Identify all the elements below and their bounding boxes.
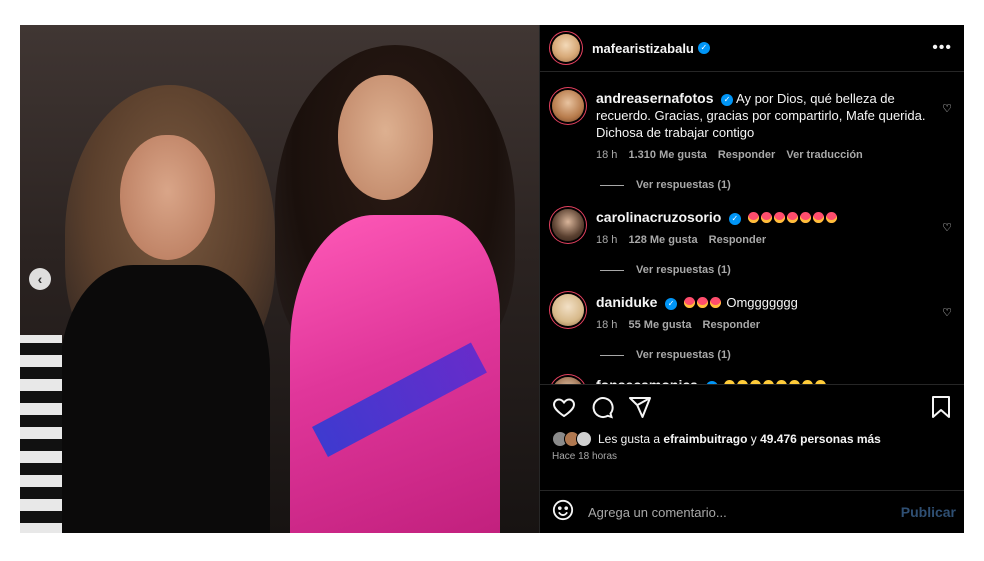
comment: daniduke ✓ Omggggggg 18 h 55 Me gusta Re… xyxy=(552,294,952,331)
emoji-smiley-icon[interactable] xyxy=(552,499,574,526)
comment-text-block: daniduke ✓ Omggggggg xyxy=(596,294,936,311)
comment: fonsecamonica ✓ xyxy=(552,377,952,384)
author-username[interactable]: mafearistizabalu xyxy=(592,41,694,56)
comment-body: carolinacruzosorio ✓ 18 h 128 Me gusta R… xyxy=(596,209,936,246)
share-send-icon[interactable] xyxy=(628,395,652,424)
likes-prefix: Les gusta a xyxy=(598,432,661,446)
save-bookmark-icon[interactable] xyxy=(930,395,952,424)
post-time: Hace 18 horas xyxy=(552,451,618,462)
comment-username[interactable]: fonsecamonica xyxy=(596,377,698,384)
heart-eyes-emoji-icon xyxy=(683,295,723,310)
view-replies-button[interactable]: Ver respuestas (1) xyxy=(600,349,952,361)
verified-badge-icon: ✓ xyxy=(705,380,718,384)
likes-text: Les gusta a efraimbuitrago y 49.476 pers… xyxy=(598,432,881,446)
commenter-avatar[interactable] xyxy=(552,377,584,384)
comment-username[interactable]: andreasernafotos xyxy=(596,90,713,106)
verified-badge-icon: ✓ xyxy=(665,297,678,310)
comment-text-block: fonsecamonica ✓ xyxy=(596,377,936,384)
previous-image-button[interactable]: ‹ xyxy=(29,268,51,290)
like-heart-icon[interactable] xyxy=(552,395,576,424)
comment-likes[interactable]: 55 Me gusta xyxy=(628,319,691,331)
publish-button[interactable]: Publicar xyxy=(901,504,956,520)
comment-time: 18 h xyxy=(596,319,618,331)
action-icons-row xyxy=(552,393,952,425)
comment-username[interactable]: daniduke xyxy=(596,294,657,310)
like-comment-heart-icon[interactable]: ♡ xyxy=(942,306,952,319)
photo-detail xyxy=(60,265,270,533)
comment-meta: 18 h 1.310 Me gusta Responder Ver traduc… xyxy=(596,149,936,161)
heart-eyes-emoji-icon xyxy=(747,210,839,225)
comment-likes[interactable]: 1.310 Me gusta xyxy=(628,149,706,161)
add-comment-bar: Publicar xyxy=(540,490,964,533)
post-photo[interactable]: ‹ xyxy=(20,25,539,533)
comments-list[interactable]: andreasernafotos ✓ Ay por Dios, qué bell… xyxy=(540,72,964,384)
reply-button[interactable]: Responder xyxy=(718,149,775,161)
comment-time: 18 h xyxy=(596,234,618,246)
likes-summary: Les gusta a efraimbuitrago y 49.476 pers… xyxy=(552,431,952,447)
comment-text-block: andreasernafotos ✓ Ay por Dios, qué bell… xyxy=(596,90,936,141)
like-comment-heart-icon[interactable]: ♡ xyxy=(942,102,952,115)
reply-button[interactable]: Responder xyxy=(703,319,760,331)
comment: carolinacruzosorio ✓ 18 h 128 Me gusta R… xyxy=(552,209,952,246)
verified-badge-icon: ✓ xyxy=(728,212,741,225)
photo-detail xyxy=(338,75,433,200)
commenter-avatar[interactable] xyxy=(552,90,584,122)
like-comment-heart-icon[interactable]: ♡ xyxy=(942,221,952,234)
view-replies-button[interactable]: Ver respuestas (1) xyxy=(600,264,952,276)
author-avatar[interactable] xyxy=(552,34,580,62)
comment-input[interactable] xyxy=(586,503,901,521)
more-options-button[interactable]: ••• xyxy=(932,39,952,57)
comment-username[interactable]: carolinacruzosorio xyxy=(596,209,721,225)
commenter-avatar[interactable] xyxy=(552,209,584,241)
comment-text: Omggggggg xyxy=(726,295,798,310)
likes-connector: y xyxy=(750,432,757,446)
comment-bubble-icon[interactable] xyxy=(590,395,614,424)
photo-detail xyxy=(120,135,215,260)
comment-body: fonsecamonica ✓ xyxy=(596,377,936,384)
comment-body: daniduke ✓ Omggggggg 18 h 55 Me gusta Re… xyxy=(596,294,936,331)
photo-detail xyxy=(20,335,62,533)
instagram-post-modal: ‹ mafearistizabalu ✓ ••• andreasernafoto… xyxy=(20,25,964,533)
commenter-avatar[interactable] xyxy=(552,294,584,326)
comment-meta: 18 h 128 Me gusta Responder xyxy=(596,234,936,246)
chevron-left-icon: ‹ xyxy=(37,271,43,287)
comment-likes[interactable]: 128 Me gusta xyxy=(628,234,697,246)
clapping-emoji-icon xyxy=(724,378,828,384)
likes-count-link[interactable]: 49.476 personas más xyxy=(760,432,881,446)
liker-avatars xyxy=(552,431,592,447)
reply-button[interactable]: Responder xyxy=(709,234,766,246)
translate-button[interactable]: Ver traducción xyxy=(786,149,862,161)
post-sidebar: mafearistizabalu ✓ ••• andreasernafotos … xyxy=(539,25,964,533)
comment-meta: 18 h 55 Me gusta Responder xyxy=(596,319,936,331)
comment-body: andreasernafotos ✓ Ay por Dios, qué bell… xyxy=(596,90,936,161)
post-actions: Les gusta a efraimbuitrago y 49.476 pers… xyxy=(540,384,964,490)
post-header: mafearistizabalu ✓ ••• xyxy=(540,25,964,72)
view-replies-button[interactable]: Ver respuestas (1) xyxy=(600,179,952,191)
verified-badge-icon: ✓ xyxy=(721,93,734,106)
comment-time: 18 h xyxy=(596,149,618,161)
liker-avatar xyxy=(576,431,592,447)
verified-badge-icon: ✓ xyxy=(697,42,710,54)
comment-text-block: carolinacruzosorio ✓ xyxy=(596,209,936,226)
comment: andreasernafotos ✓ Ay por Dios, qué bell… xyxy=(552,90,952,161)
likes-user-link[interactable]: efraimbuitrago xyxy=(663,432,747,446)
